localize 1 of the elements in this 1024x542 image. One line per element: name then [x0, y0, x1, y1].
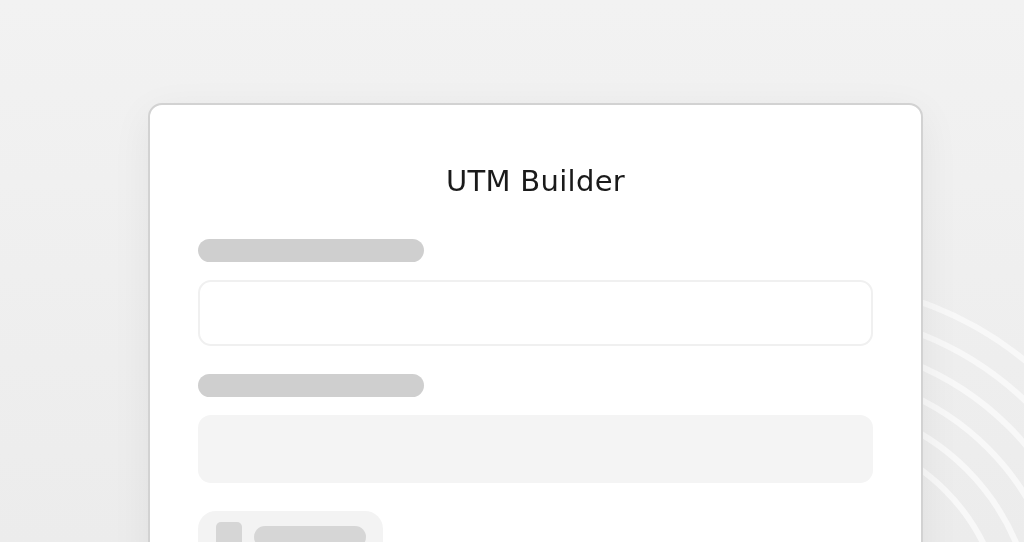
window-title: UTM Builder — [444, 163, 626, 199]
